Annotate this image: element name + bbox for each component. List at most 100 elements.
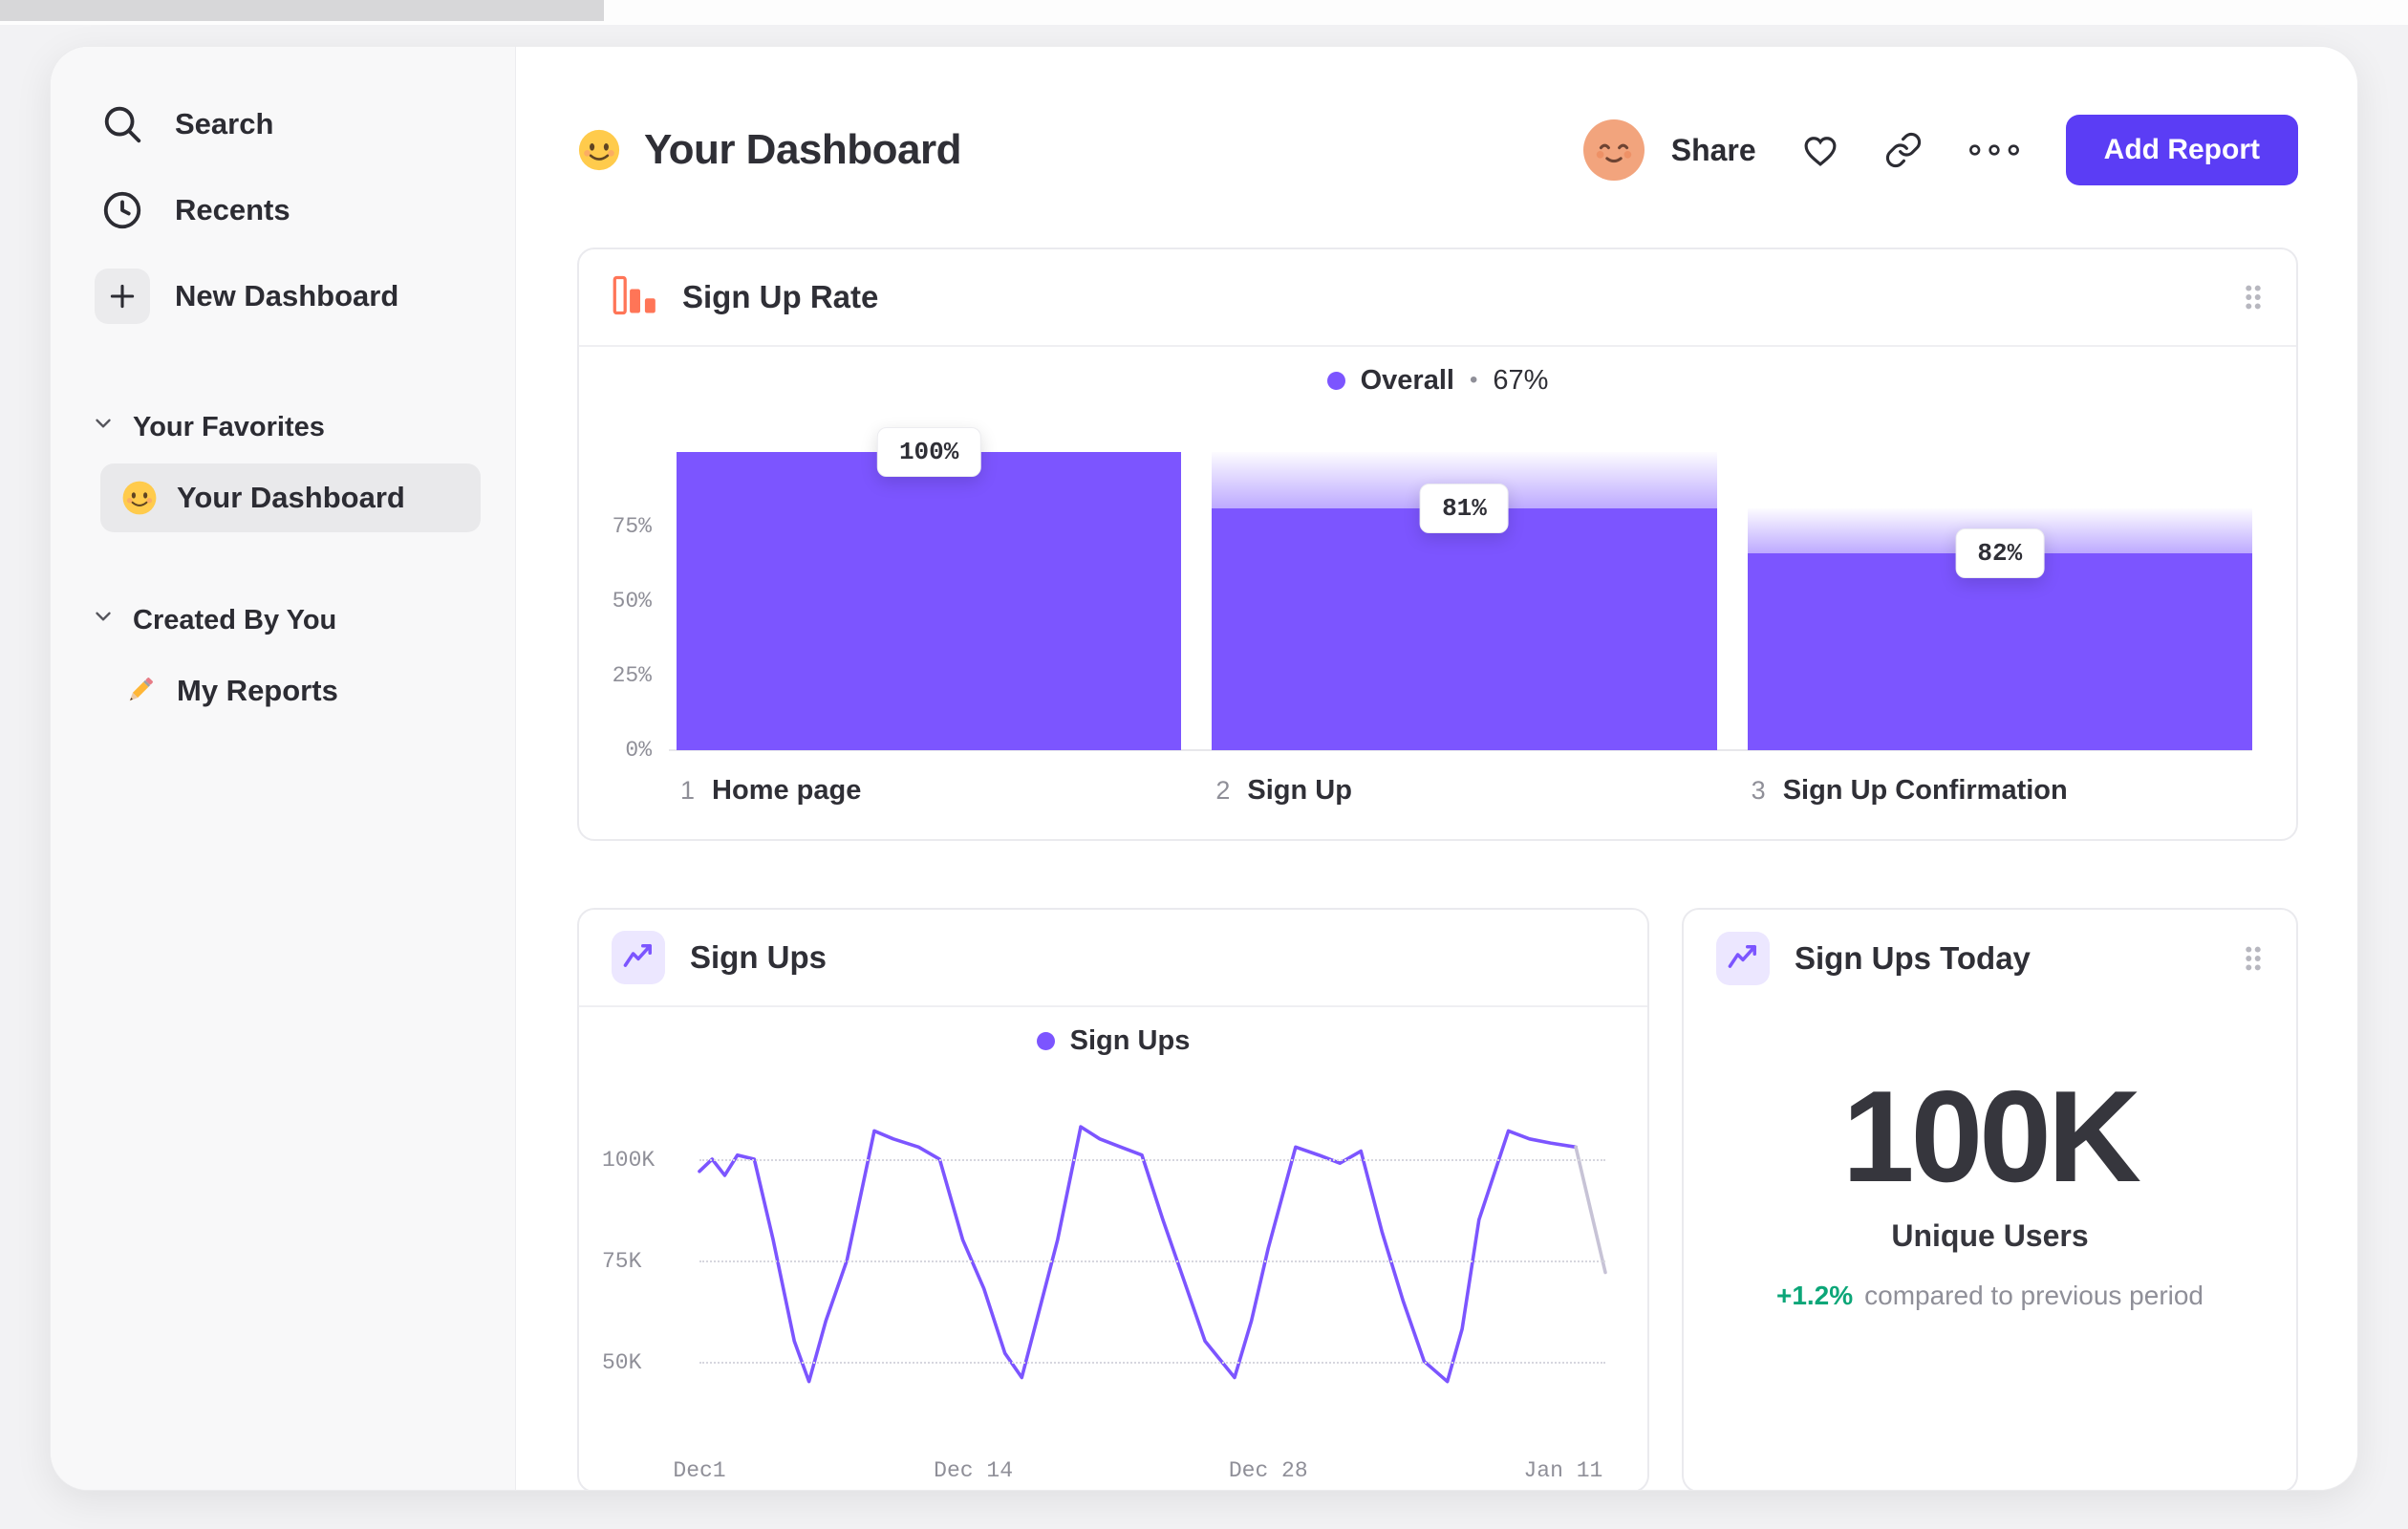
funnel-step-column[interactable]: 82% 3 Sign Up Confirmation xyxy=(1747,452,2252,807)
smiley-emoji-icon xyxy=(577,128,621,172)
sidebar-item-label: New Dashboard xyxy=(175,279,399,312)
smiley-emoji-icon xyxy=(121,480,158,516)
line-card-header: Sign Ups xyxy=(579,910,1647,1007)
main-content: Your Dashboard Share Add Report Sign Up … xyxy=(516,47,2357,1490)
x-tick-label: Dec 28 xyxy=(1228,1458,1308,1483)
sidebar-item-label: Your Dashboard xyxy=(177,481,405,514)
funnel-bar-area: 100% xyxy=(677,427,1182,750)
sidebar: Search Recents New Dashboard Your Favori… xyxy=(51,47,516,1490)
signups-line-trailing xyxy=(1576,1147,1605,1272)
step-number: 1 xyxy=(680,776,696,805)
x-tick-label: Jan 11 xyxy=(1523,1458,1603,1483)
funnel-step-label: 3 Sign Up Confirmation xyxy=(1748,750,2252,807)
kpi-report-card: Sign Ups Today 100K Unique Users +1.2% c… xyxy=(1682,908,2298,1490)
kpi-label: Unique Users xyxy=(1891,1217,2089,1253)
legend-separator: • xyxy=(1469,367,1478,393)
card-title: Sign Ups Today xyxy=(1795,940,2031,976)
sidebar-item-search[interactable]: Search xyxy=(51,81,515,167)
line-legend: Sign Ups xyxy=(579,1007,1647,1074)
favorite-heart-icon[interactable] xyxy=(1800,130,1840,170)
y-tick-label: 100K xyxy=(602,1148,656,1173)
funnel-bar[interactable] xyxy=(677,452,1182,750)
search-icon xyxy=(95,97,150,152)
funnel-bar[interactable] xyxy=(1747,553,2252,750)
y-tick-label: 75% xyxy=(612,514,652,539)
drag-handle-icon[interactable] xyxy=(2243,282,2264,312)
add-report-button[interactable]: Add Report xyxy=(2065,115,2298,185)
browser-top-strip xyxy=(0,0,604,21)
page-title-text: Your Dashboard xyxy=(644,126,962,173)
kpi-value: 100K xyxy=(1841,1064,2141,1209)
funnel-bar-area: 81% xyxy=(1212,452,1717,750)
y-tick-label: 0% xyxy=(625,738,652,763)
funnel-report-card: Sign Up Rate Overall • 67% 75% 50% 25% 0% 1… xyxy=(577,248,2298,841)
x-tick-label: Dec1 xyxy=(673,1458,726,1483)
legend-label: Overall xyxy=(1360,364,1454,396)
line-chart-icon xyxy=(612,931,665,984)
sidebar-item-my-reports[interactable]: My Reports xyxy=(100,657,481,725)
funnel-step-column[interactable]: 81% 2 Sign Up xyxy=(1212,452,1717,807)
clock-icon xyxy=(95,183,150,238)
funnel-step-label: 2 Sign Up xyxy=(1212,750,1716,807)
step-number: 3 xyxy=(1751,776,1766,805)
funnel-chart: 75% 50% 25% 0% 100% 1 Home page 81% 2 Sign Up 82%… xyxy=(579,414,2296,839)
more-options-icon[interactable] xyxy=(1967,141,2022,159)
kpi-delta-description: compared to previous period xyxy=(1864,1280,2204,1310)
funnel-value-tooltip: 82% xyxy=(1955,528,2045,579)
pencil-emoji-icon xyxy=(129,678,153,701)
app-window: Search Recents New Dashboard Your Favori… xyxy=(50,46,2358,1491)
kpi-delta-percent: +1.2% xyxy=(1775,1280,1854,1310)
line-plot: 100K 75K 50K Dec1 Dec 14 Dec 28 Jan 11 xyxy=(602,1107,1605,1483)
funnel-y-axis: 75% 50% 25% 0% xyxy=(592,452,677,763)
funnel-step-label: 1 Home page xyxy=(677,750,1181,807)
line-chart-icon xyxy=(1716,932,1770,985)
plus-tile xyxy=(95,269,150,324)
funnel-bar-area: 82% xyxy=(1747,452,2252,750)
funnel-value-tooltip: 81% xyxy=(1420,484,1509,534)
legend-dot xyxy=(1036,1031,1055,1050)
section-created-by-you[interactable]: Created By You xyxy=(51,593,515,647)
copy-link-icon[interactable] xyxy=(1884,131,1923,169)
step-number: 2 xyxy=(1215,776,1231,805)
y-tick-label: 50K xyxy=(602,1349,642,1375)
card-title: Sign Ups xyxy=(690,939,828,975)
share-button[interactable]: Share xyxy=(1582,119,1756,181)
legend-value: 67% xyxy=(1493,364,1549,396)
signups-line xyxy=(699,1127,1576,1382)
cards-row: Sign Ups Sign Ups 100K 75K 50K Dec1 Dec 14 De… xyxy=(577,908,2298,1490)
funnel-legend: Overall • 67% xyxy=(579,347,2296,414)
section-label: Your Favorites xyxy=(133,411,325,442)
legend-dot xyxy=(1326,371,1345,390)
sidebar-item-new-dashboard[interactable]: New Dashboard xyxy=(51,253,515,339)
x-tick-label: Dec 14 xyxy=(934,1458,1014,1483)
kpi-card-header: Sign Ups Today xyxy=(1684,910,2296,1007)
funnel-step-column[interactable]: 100% 1 Home page xyxy=(677,427,1182,807)
header-actions: Share Add Report xyxy=(1582,115,2298,185)
chevron-down-icon xyxy=(91,604,116,636)
funnel-bar[interactable] xyxy=(1212,508,1717,750)
funnel-chart-icon xyxy=(612,272,657,323)
share-label: Share xyxy=(1670,132,1756,167)
kpi-delta: +1.2% compared to previous period xyxy=(1776,1281,2204,1311)
y-tick-label: 25% xyxy=(612,663,652,688)
gridline: 100K xyxy=(602,1148,1605,1173)
sidebar-item-recents[interactable]: Recents xyxy=(51,167,515,253)
sidebar-item-your-dashboard[interactable]: Your Dashboard xyxy=(100,463,481,532)
gridline: 50K xyxy=(602,1350,1605,1375)
card-title: Sign Up Rate xyxy=(682,279,879,314)
sidebar-item-label: Recents xyxy=(175,193,290,226)
step-name: Sign Up xyxy=(1247,775,1352,806)
drag-handle-icon[interactable] xyxy=(2243,943,2264,974)
kpi-body: 100K Unique Users +1.2% compared to prev… xyxy=(1684,1007,2296,1311)
line-report-card: Sign Ups Sign Ups 100K 75K 50K Dec1 Dec 14 De… xyxy=(577,908,1649,1490)
funnel-value-tooltip: 100% xyxy=(876,427,981,477)
page-title: Your Dashboard xyxy=(577,126,962,174)
plus-icon xyxy=(95,269,150,324)
y-tick-label: 75K xyxy=(602,1248,642,1274)
chevron-down-icon xyxy=(91,411,116,443)
section-your-favorites[interactable]: Your Favorites xyxy=(51,400,515,454)
user-avatar[interactable] xyxy=(1582,119,1645,181)
dashboard-header: Your Dashboard Share Add Report xyxy=(577,102,2298,198)
step-name: Sign Up Confirmation xyxy=(1782,775,2068,806)
legend-label: Sign Ups xyxy=(1069,1024,1191,1056)
